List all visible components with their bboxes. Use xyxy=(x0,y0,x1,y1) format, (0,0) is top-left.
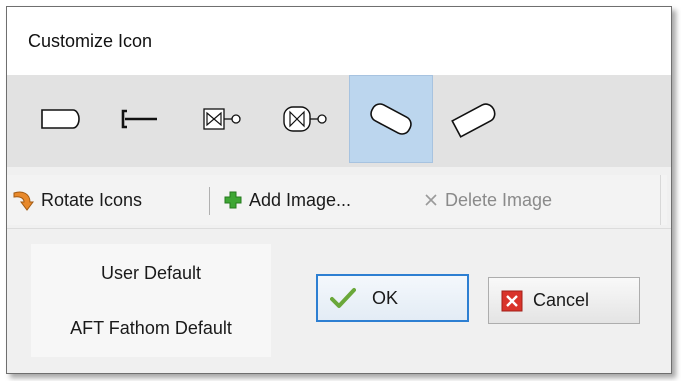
ok-button[interactable]: OK xyxy=(316,274,469,322)
customize-icon-dialog: Customize Icon Rotate Icons Add Image...… xyxy=(6,6,672,374)
add-image-label: Add Image... xyxy=(249,189,352,210)
aft-fathom-default-option[interactable]: AFT Fathom Default xyxy=(31,318,271,339)
toolbar: Rotate Icons Add Image... Delete Image xyxy=(7,175,667,225)
icon-option-tilted-capsule[interactable] xyxy=(349,75,433,163)
cancel-button[interactable]: Cancel xyxy=(488,277,640,324)
icon-option-bracket-line[interactable] xyxy=(97,75,181,163)
ok-label: OK xyxy=(372,287,399,308)
toolbar-edge xyxy=(660,175,667,225)
rotate-icons-label: Rotate Icons xyxy=(41,189,143,210)
rotate-icons-button[interactable]: Rotate Icons xyxy=(11,183,142,217)
title-bar: Customize Icon xyxy=(7,7,671,75)
delete-image-button[interactable]: Delete Image xyxy=(423,183,552,217)
default-options-panel: User Default AFT Fathom Default xyxy=(31,244,271,357)
round-valve-actuator-icon xyxy=(283,106,327,132)
section-divider xyxy=(7,228,671,229)
user-default-option[interactable]: User Default xyxy=(31,263,271,284)
add-image-button[interactable]: Add Image... xyxy=(223,183,351,217)
rotate-arrow-icon xyxy=(13,191,34,211)
icon-option-rounded-rectangle[interactable] xyxy=(19,75,103,163)
tilted-tag-icon xyxy=(451,103,496,138)
valve-actuator-icon xyxy=(203,108,241,130)
bracket-line-icon xyxy=(121,109,157,129)
cancel-x-icon xyxy=(501,290,523,312)
icon-strip xyxy=(7,75,671,167)
dialog-title: Customize Icon xyxy=(28,31,153,51)
delete-x-icon xyxy=(425,194,437,206)
tilted-capsule-icon xyxy=(370,103,412,135)
icon-option-valve-actuator[interactable] xyxy=(181,75,265,163)
checkmark-icon xyxy=(330,287,356,309)
icon-option-round-valve-actuator[interactable] xyxy=(265,75,349,163)
rounded-rectangle-icon xyxy=(41,109,80,129)
icon-option-tilted-tag[interactable] xyxy=(433,75,517,163)
toolbar-separator xyxy=(209,187,210,215)
cancel-label: Cancel xyxy=(533,290,590,310)
plus-icon xyxy=(224,191,242,209)
delete-image-label: Delete Image xyxy=(445,189,553,210)
